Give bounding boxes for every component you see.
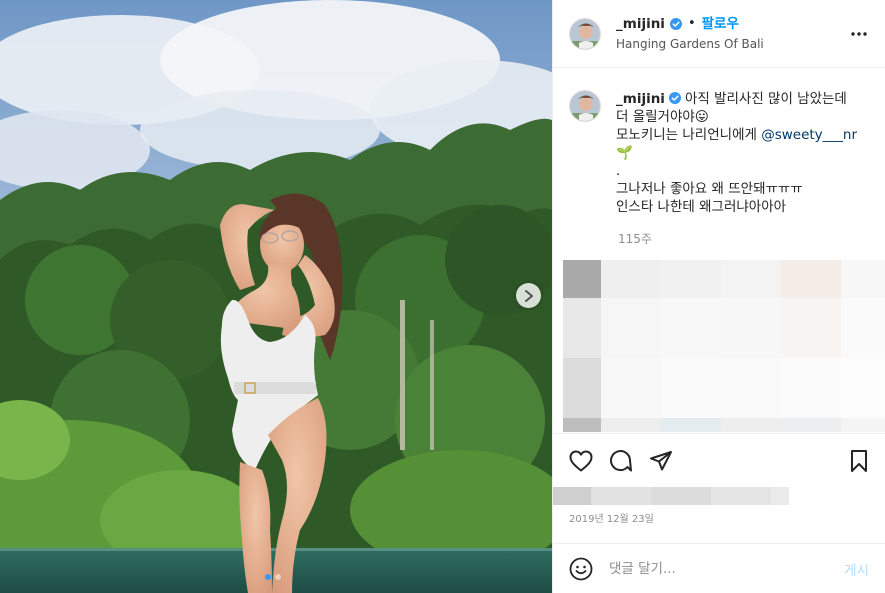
- comment-icon: [610, 449, 632, 471]
- heart-icon: [569, 450, 593, 471]
- emoji-icon[interactable]: [569, 557, 593, 581]
- avatar-image: [570, 18, 600, 49]
- avatar-image: [570, 91, 600, 121]
- caption-line-5: .: [616, 163, 621, 179]
- more-options-button[interactable]: [849, 24, 869, 44]
- header-text: _mijini • 팔로우 Hanging Gardens Of Bali: [616, 15, 764, 53]
- separator-dot: •: [687, 15, 696, 31]
- chevron-right-icon: [524, 289, 533, 302]
- post-side-panel: _mijini • 팔로우 Hanging Gardens Of Bali _m…: [552, 0, 885, 593]
- carousel-indicator: [265, 574, 281, 580]
- username-link[interactable]: _mijini: [616, 15, 665, 33]
- caption: _mijini 아직 발리사진 많이 남았는데 더 올릴거야야😛 모노키니는 나리…: [553, 68, 885, 216]
- bookmark-icon: [851, 450, 867, 472]
- photo-image: [0, 0, 552, 593]
- caption-text: _mijini 아직 발리사진 많이 남았는데 더 올릴거야야😛 모노키니는 나리…: [616, 90, 857, 216]
- caption-line-2: 더 올릴거야야😛: [616, 109, 709, 125]
- paper-plane-icon: [650, 450, 672, 470]
- follow-button[interactable]: 팔로우: [702, 15, 739, 33]
- blurred-comments: [563, 260, 885, 432]
- save-button[interactable]: [847, 449, 871, 473]
- avatar[interactable]: [569, 17, 601, 50]
- comment-input[interactable]: [609, 560, 845, 577]
- comment-button[interactable]: [609, 449, 633, 473]
- instagram-post: _mijini • 팔로우 Hanging Gardens Of Bali _m…: [0, 0, 885, 593]
- header-row: _mijini • 팔로우: [616, 15, 764, 33]
- more-options-icon: [851, 32, 867, 36]
- caption-line-4: 🌱: [616, 145, 633, 161]
- caption-timestamp: 115주: [618, 232, 652, 246]
- caption-line-7: 인스타 나한테 왜그러냐아아아: [616, 199, 787, 215]
- verified-badge-icon: [669, 17, 682, 30]
- verified-badge-icon: [668, 92, 681, 104]
- caption-username[interactable]: _mijini: [616, 91, 665, 107]
- mention-link[interactable]: @sweety___nr: [761, 127, 857, 143]
- carousel-next-button[interactable]: [516, 283, 541, 308]
- caption-line: 모노키니는 나리언니에게 @sweety___nr: [616, 126, 857, 144]
- caption-line-1: 아직 발리사진 많이 남았는데: [684, 91, 847, 107]
- carousel-dot-active: [265, 574, 271, 580]
- comment-form: 게시: [553, 543, 885, 593]
- post-photo[interactable]: [0, 0, 552, 593]
- caption-line-3: 모노키니는 나리언니에게: [616, 127, 762, 143]
- action-bar: [553, 433, 885, 487]
- share-button[interactable]: [649, 449, 673, 473]
- comments-area: _mijini 아직 발리사진 많이 남았는데 더 올릴거야야😛 모노키니는 나리…: [553, 68, 885, 433]
- carousel-dot: [275, 574, 281, 580]
- location-link[interactable]: Hanging Gardens Of Bali: [616, 35, 764, 53]
- post-comment-button[interactable]: 게시: [844, 559, 869, 579]
- like-button[interactable]: [569, 449, 593, 473]
- caption-line-6: 그나저나 좋아요 왜 뜨안돼ㅠㅠㅠ: [616, 181, 803, 197]
- post-header: _mijini • 팔로우 Hanging Gardens Of Bali: [553, 0, 885, 68]
- blurred-likes: [553, 487, 885, 513]
- caption-avatar[interactable]: [569, 90, 601, 122]
- caption-line: _mijini 아직 발리사진 많이 남았는데: [616, 90, 857, 108]
- post-date: 2019년 12월 23일: [569, 514, 654, 525]
